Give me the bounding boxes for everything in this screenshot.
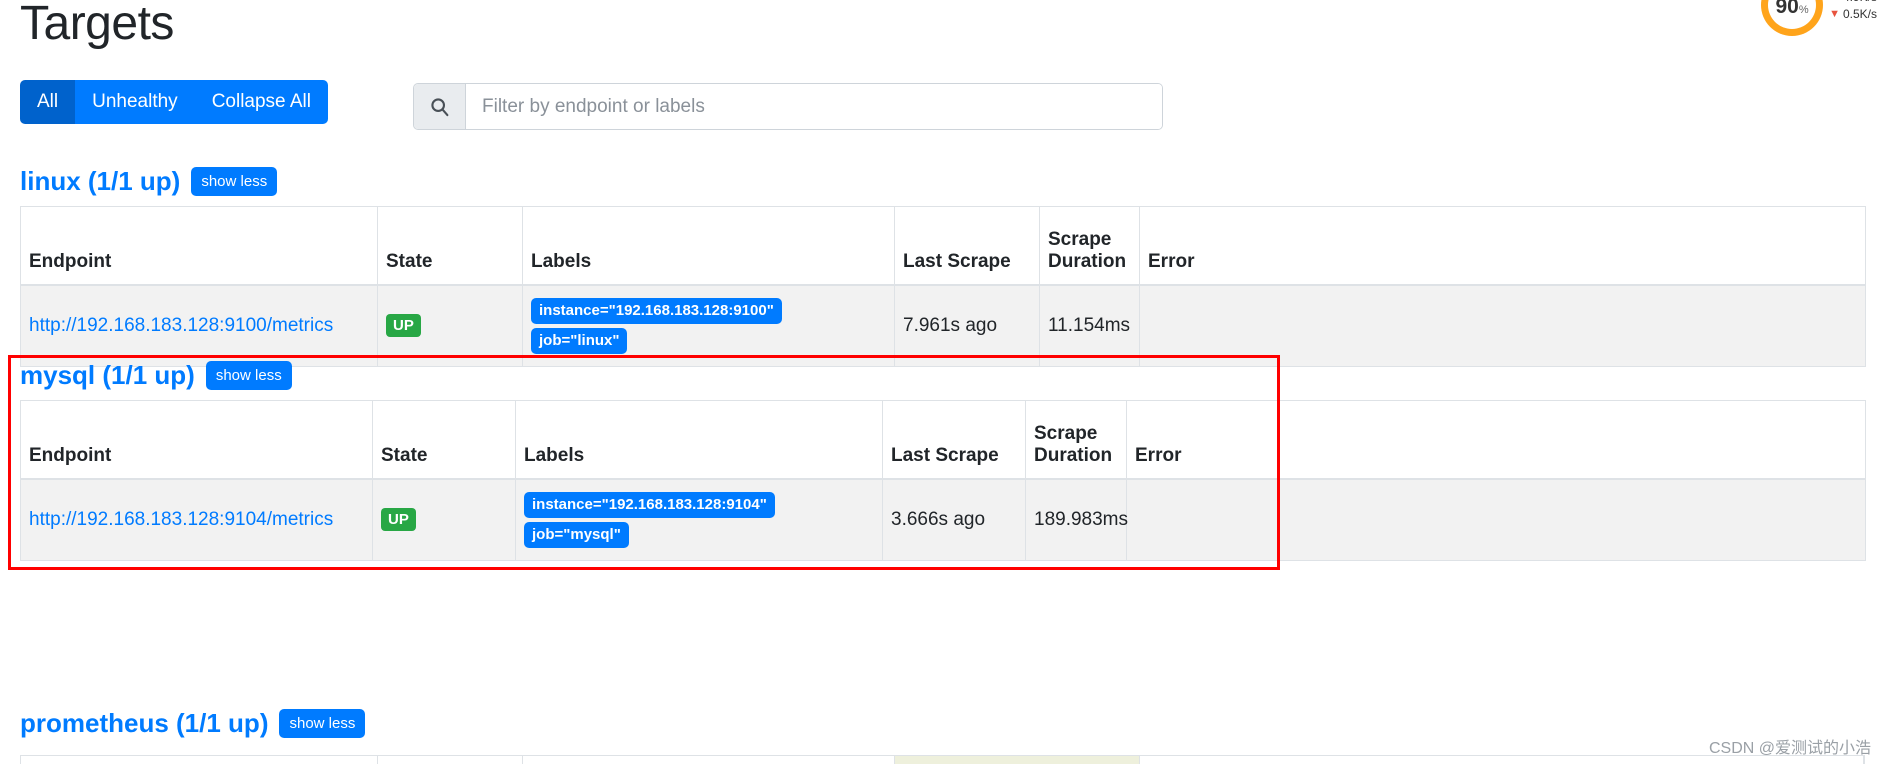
col-scrape-duration: Scrape Duration [1039,206,1140,286]
label-chip-instance: instance="192.168.183.128:9104" [524,491,775,518]
col-scrape-duration-line2: Duration [1034,444,1113,466]
cell-labels: instance="192.168.183.128:9104" job="mysq… [515,478,883,561]
cell-endpoint: http://192.168.183.128:9104/metrics [20,478,373,561]
cell-endpoint: http://192.168.183.128:9100/metrics [20,284,378,367]
cell-error [1139,284,1866,367]
cpu-usage-value-wrap: 90% [1768,0,1817,29]
col-scrape-duration-line2: Duration [1048,250,1127,272]
upload-speed-value: 4.9K/s [1843,0,1877,4]
table-header-row: Endpoint State Labels Last Scrape Scrape… [20,206,1866,286]
collapse-all-button[interactable]: Collapse All [194,80,328,124]
cell-labels: instance="192.168.183.128:9100" job="linu… [522,284,895,367]
col-last-scrape: Last Scrape [894,206,1040,286]
cpu-usage-ring: 90% [1761,0,1824,36]
col-endpoint: Endpoint [20,400,373,480]
col-state: State [372,400,516,480]
cell-scrape-duration: 189.983ms [1025,478,1128,561]
show-less-button-linux[interactable]: show less [191,167,278,196]
job-header-linux: linux (1/1 up) show less [20,166,1866,197]
col-state: State [377,206,523,286]
col-labels: Labels [522,206,895,286]
col-scrape-duration-line1: Scrape [1034,422,1098,444]
endpoint-link[interactable]: http://192.168.183.128:9100/metrics [29,315,333,336]
endpoint-link[interactable]: http://192.168.183.128:9104/metrics [29,509,333,530]
job-title-mysql[interactable]: mysql (1/1 up) [20,360,195,391]
col-last-scrape: Last Scrape [882,400,1026,480]
sliver-col-last-scrape [895,756,1140,764]
cell-last-scrape: 3.666s ago [882,478,1026,561]
job-header-mysql: mysql (1/1 up) show less [20,360,1866,391]
sliver-col-endpoint [21,756,378,764]
col-error: Error [1139,206,1866,286]
label-chip-instance: instance="192.168.183.128:9100" [531,297,782,324]
cpu-usage-value: 90 [1775,0,1799,18]
targets-table-prometheus-partial [20,755,1865,764]
arrow-down-icon: ▼ [1829,7,1840,20]
cell-state: UP [372,478,516,561]
job-section-linux: linux (1/1 up) show less Endpoint State … [20,166,1866,367]
watermark: CSDN @爱测试的小浩 [1708,740,1871,757]
cell-scrape-duration: 11.154ms [1039,284,1140,367]
table-header-row: Endpoint State Labels Last Scrape Scrape… [20,400,1866,480]
job-title-linux[interactable]: linux (1/1 up) [20,166,180,197]
cell-error [1126,478,1866,561]
label-chip-job: job="linux" [531,327,628,354]
filter-search-box[interactable] [413,83,1163,130]
targets-table-mysql: Endpoint State Labels Last Scrape Scrape… [20,400,1866,561]
show-less-button-prometheus[interactable]: show less [279,709,366,738]
arrow-up-icon: ▲ [1829,0,1840,3]
search-input[interactable] [466,84,1162,129]
sliver-col-state [378,756,523,764]
job-section-mysql: mysql (1/1 up) show less Endpoint State … [20,360,1866,561]
filter-button-group: All Unhealthy Collapse All [20,80,328,124]
network-speed-widget[interactable]: 90% ▲ 4.9K/s ▼ 0.5K/s [1761,0,1877,36]
targets-table-linux: Endpoint State Labels Last Scrape Scrape… [20,206,1866,367]
upload-speed-line: ▲ 4.9K/s [1829,0,1877,4]
cell-last-scrape: 7.961s ago [894,284,1040,367]
table-row: http://192.168.183.128:9104/metrics UP i… [20,478,1866,561]
cell-state: UP [377,284,523,367]
targets-page: Targets All Unhealthy Collapse All linux… [0,0,1885,764]
download-speed-line: ▼ 0.5K/s [1829,7,1877,21]
search-icon [414,84,466,129]
col-scrape-duration-line1: Scrape [1048,228,1112,250]
show-less-button-mysql[interactable]: show less [205,361,292,390]
col-endpoint: Endpoint [20,206,378,286]
cpu-usage-unit: % [1798,4,1809,16]
table-row: http://192.168.183.128:9100/metrics UP i… [20,284,1866,367]
filter-all-button[interactable]: All [20,80,76,124]
download-speed-value: 0.5K/s [1842,6,1877,21]
label-chip-job: job="mysql" [524,521,629,548]
filter-controls: All Unhealthy Collapse All [20,80,328,124]
filter-unhealthy-button[interactable]: Unhealthy [75,80,195,124]
col-labels: Labels [515,400,883,480]
col-error: Error [1126,400,1866,480]
status-badge: UP [381,508,416,531]
sliver-col-labels [523,756,895,764]
job-section-prometheus: prometheus (1/1 up) show less [20,708,366,748]
col-scrape-duration: Scrape Duration [1025,400,1127,480]
job-title-prometheus[interactable]: prometheus (1/1 up) [20,708,268,739]
network-speed-lines: ▲ 4.9K/s ▼ 0.5K/s [1829,0,1877,21]
status-badge: UP [386,314,421,337]
page-title: Targets [20,0,174,50]
job-header-prometheus: prometheus (1/1 up) show less [20,708,366,739]
